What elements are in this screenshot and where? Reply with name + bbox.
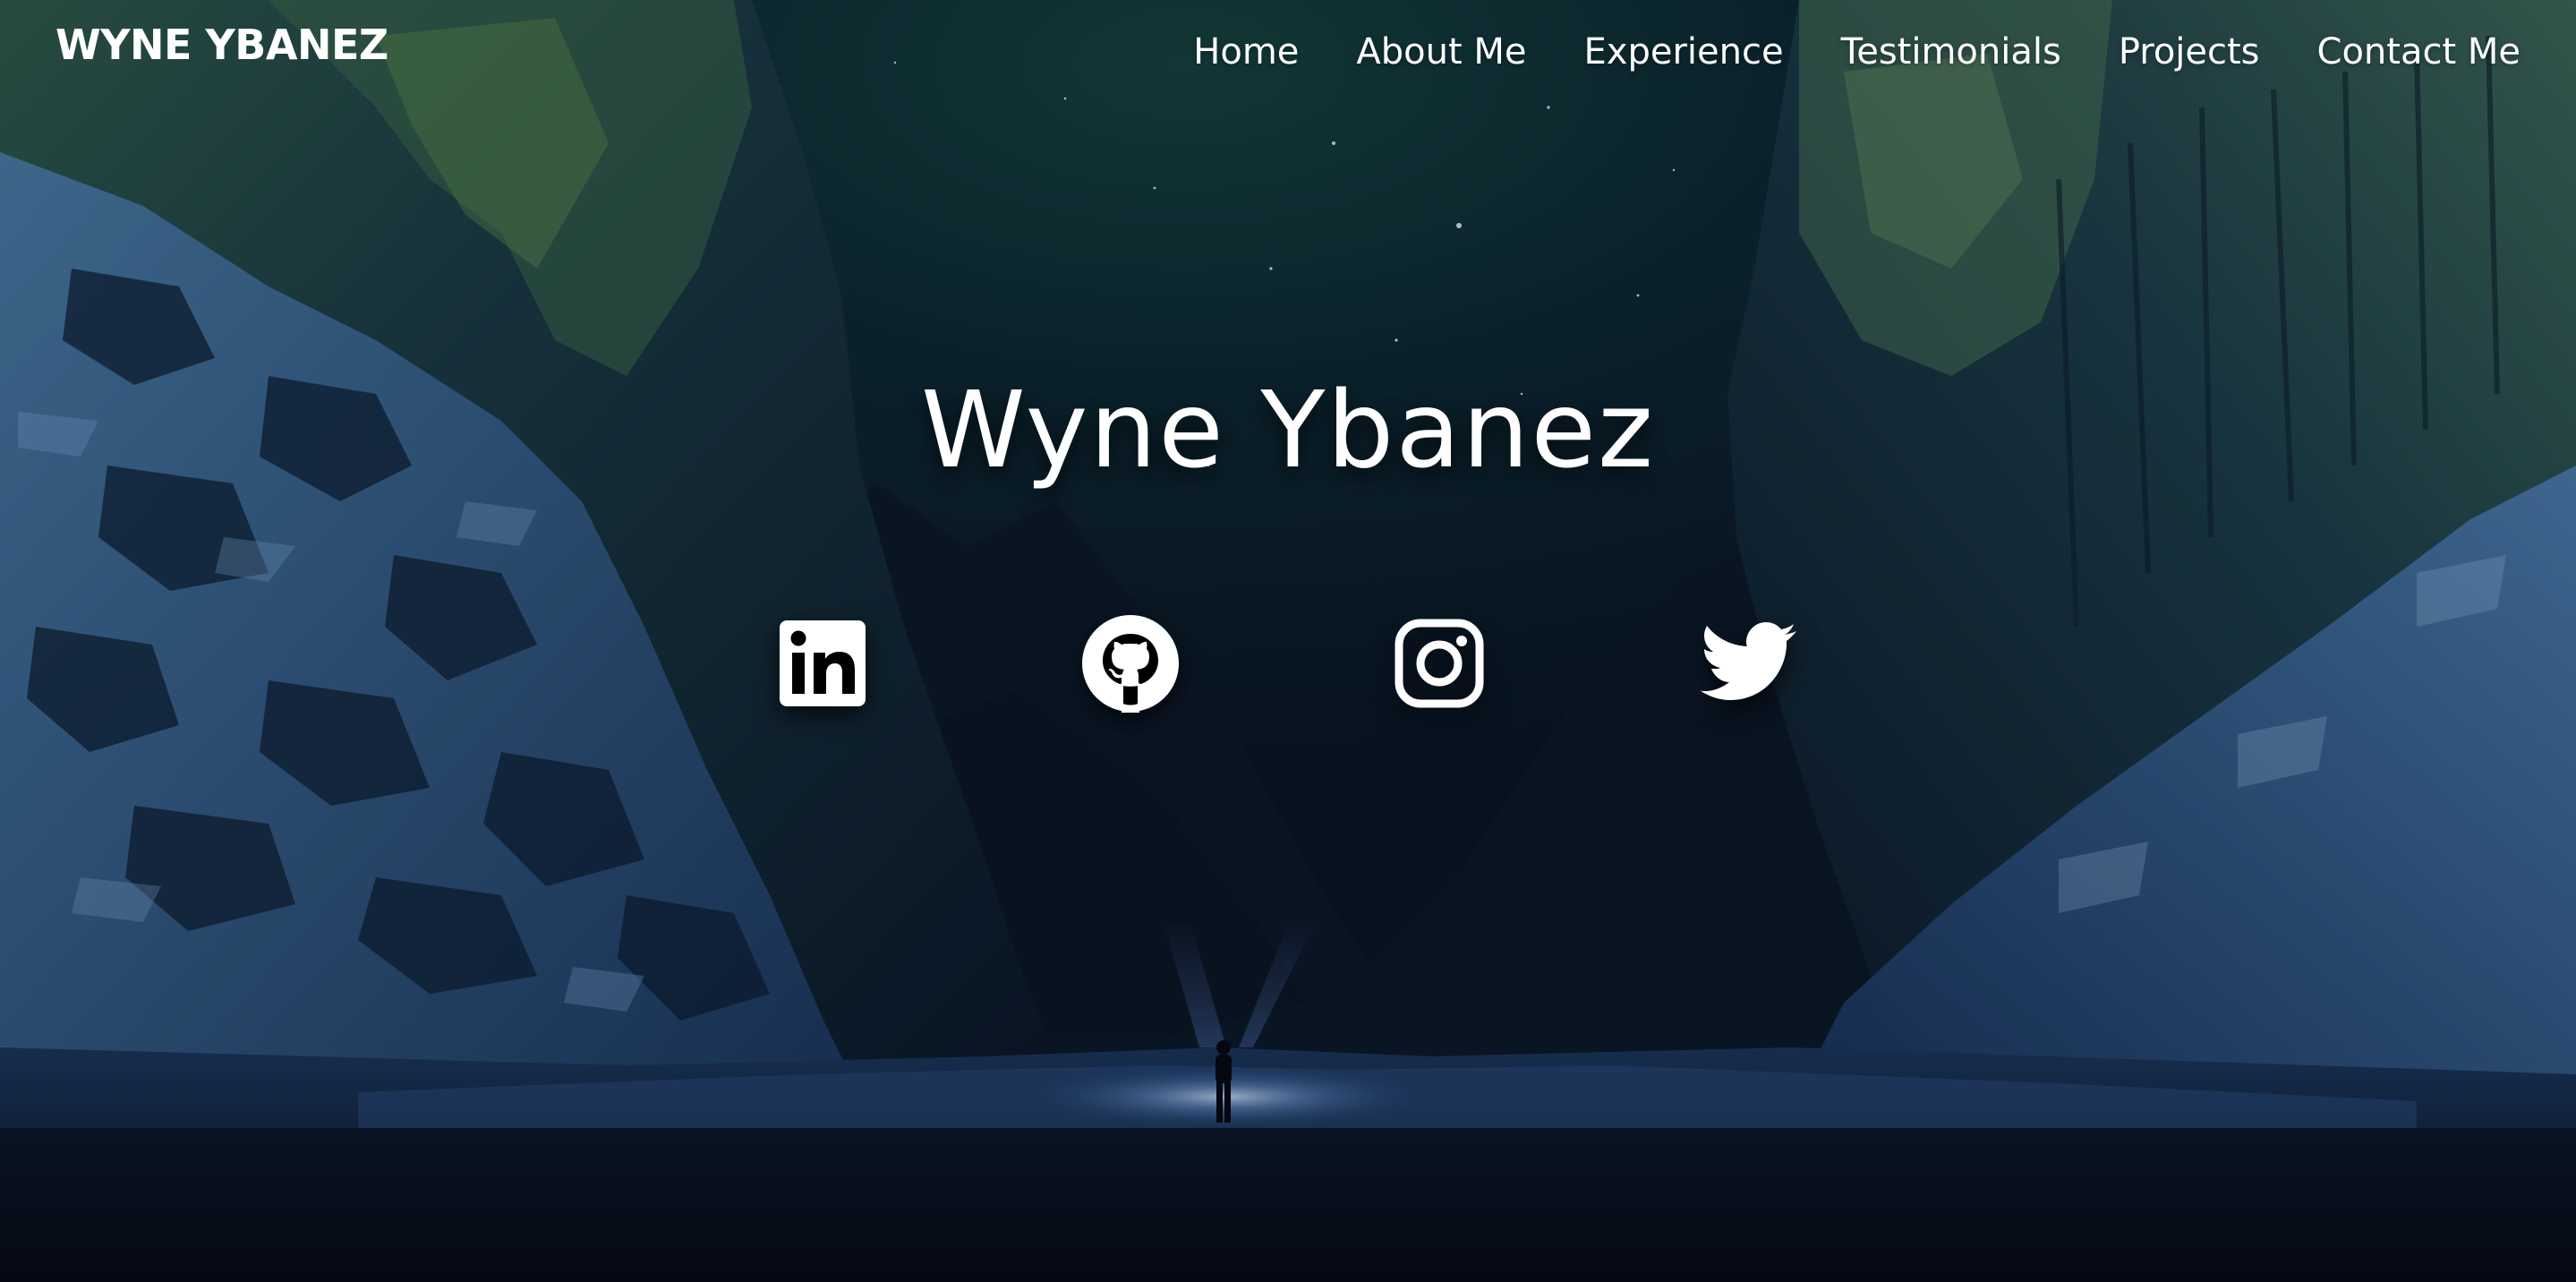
nav-testimonials[interactable]: Testimonials bbox=[1841, 27, 2061, 77]
linkedin-icon bbox=[778, 619, 867, 708]
instagram-icon bbox=[1395, 619, 1484, 708]
nav-projects[interactable]: Projects bbox=[2119, 27, 2260, 77]
nav-about-me[interactable]: About Me bbox=[1356, 27, 1526, 77]
hero-title: Wyne Ybanez bbox=[921, 368, 1655, 491]
nav-home[interactable]: Home bbox=[1193, 27, 1299, 77]
main-nav: Home About Me Experience Testimonials Pr… bbox=[1193, 27, 2521, 77]
linkedin-link[interactable] bbox=[773, 614, 872, 713]
github-link[interactable] bbox=[1081, 614, 1180, 713]
nav-experience[interactable]: Experience bbox=[1584, 27, 1784, 77]
twitter-link[interactable] bbox=[1699, 614, 1797, 713]
hero-section: WYNE YBANEZ Home About Me Experience Tes… bbox=[0, 0, 2576, 1282]
brand-logo-text[interactable]: WYNE YBANEZ bbox=[55, 18, 388, 72]
github-icon bbox=[1081, 614, 1180, 713]
nav-contact-me[interactable]: Contact Me bbox=[2317, 27, 2521, 77]
social-links bbox=[0, 614, 2576, 713]
instagram-link[interactable] bbox=[1390, 614, 1488, 713]
twitter-icon bbox=[1698, 620, 1798, 706]
